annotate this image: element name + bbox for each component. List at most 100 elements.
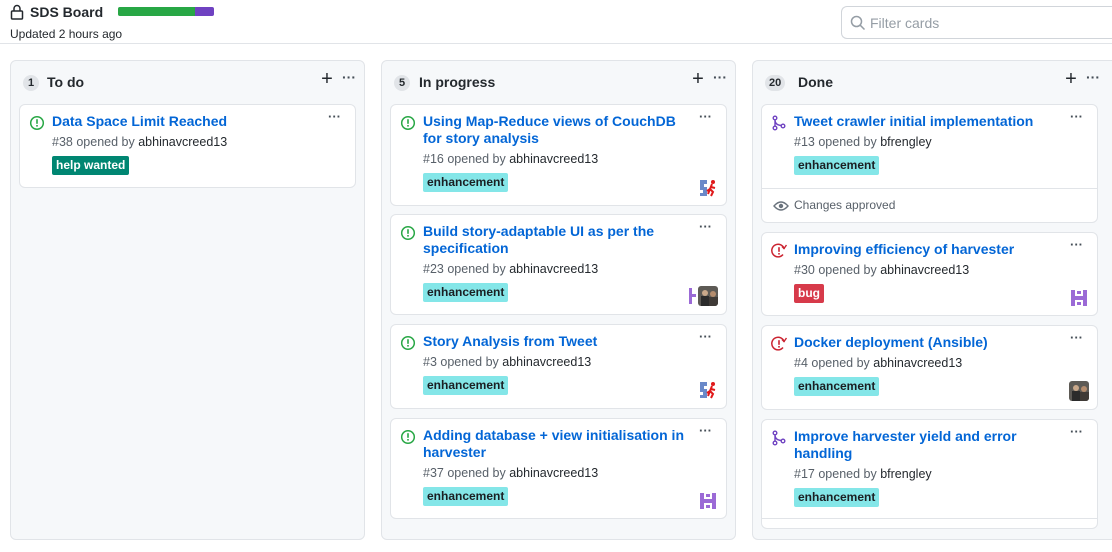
board-title[interactable]: SDS Board	[30, 4, 103, 20]
avatar[interactable]	[688, 286, 696, 306]
column-in-progress: 5 In progress + ··· Using Map-Reduce vie…	[381, 60, 736, 540]
author-link[interactable]: abhinavcreed13	[509, 262, 598, 276]
card-meta: #16 opened by abhinavcreed13	[423, 152, 598, 166]
card-title[interactable]: Docker deployment (Ansible)	[794, 334, 1056, 351]
lock-icon	[10, 4, 24, 20]
card-meta: #23 opened by abhinavcreed13	[423, 262, 598, 276]
issue-closed-icon	[771, 243, 787, 258]
column-menu-button[interactable]: ···	[1084, 70, 1102, 85]
card-meta: #13 opened by bfrengley	[794, 135, 932, 149]
label-enhancement[interactable]: enhancement	[423, 173, 509, 192]
filter-cards-box[interactable]	[841, 6, 1112, 39]
author-link[interactable]: abhinavcreed13	[873, 356, 962, 370]
git-merge-icon	[772, 430, 786, 446]
author-link[interactable]: abhinavcreed13	[880, 263, 969, 277]
card[interactable]: Tweet crawler initial implementation ···…	[761, 104, 1098, 223]
card-title[interactable]: Tweet crawler initial implementation	[794, 113, 1056, 130]
opened-by-text: opened by	[447, 466, 506, 480]
assignees	[698, 491, 718, 511]
author-link[interactable]: abhinavcreed13	[502, 355, 591, 369]
column-done: 20 Done + ··· Tweet crawler initial impl…	[752, 60, 1112, 540]
assignees	[1069, 288, 1089, 308]
author-link[interactable]: abhinavcreed13	[509, 152, 598, 166]
updated-timestamp: Updated 2 hours ago	[10, 27, 123, 41]
avatar[interactable]	[698, 286, 718, 306]
label-enhancement[interactable]: enhancement	[794, 156, 880, 175]
add-card-button[interactable]: +	[318, 69, 336, 89]
column-card-count: 1	[23, 75, 39, 91]
card[interactable]: Story Analysis from Tweet ··· #3 opened …	[390, 324, 727, 409]
search-icon	[850, 15, 866, 31]
column-header: 5 In progress + ···	[382, 61, 735, 101]
card-menu-button[interactable]: ···	[1070, 331, 1083, 344]
card-title[interactable]: Improving efficiency of harvester	[794, 241, 1056, 258]
issue-opened-icon	[400, 115, 416, 131]
column-name: Done	[798, 74, 833, 90]
card-title[interactable]: Story Analysis from Tweet	[423, 333, 685, 350]
add-card-button[interactable]: +	[1062, 69, 1080, 89]
assignees	[688, 286, 718, 306]
label-enhancement[interactable]: enhancement	[423, 487, 509, 506]
card[interactable]: Improve harvester yield and error handli…	[761, 419, 1098, 529]
eye-icon	[773, 201, 789, 211]
label-bug[interactable]: bug	[794, 284, 824, 303]
card-menu-button[interactable]: ···	[1070, 238, 1083, 251]
opened-by-text: opened by	[811, 356, 870, 370]
card[interactable]: Build story-adaptable UI as per the spec…	[390, 214, 727, 315]
opened-by-text: opened by	[818, 135, 877, 149]
card-title[interactable]: Using Map-Reduce views of CouchDB for st…	[423, 113, 685, 147]
card-menu-button[interactable]: ···	[699, 220, 712, 233]
card-menu-button[interactable]: ···	[328, 110, 341, 123]
card-meta: #30 opened by abhinavcreed13	[794, 263, 969, 277]
column-card-count: 5	[394, 75, 410, 91]
assignees	[698, 178, 718, 198]
card-menu-button[interactable]: ···	[699, 424, 712, 437]
author-link[interactable]: bfrengley	[880, 467, 931, 481]
card[interactable]: Improving efficiency of harvester ··· #3…	[761, 232, 1098, 316]
label-enhancement[interactable]: enhancement	[423, 283, 509, 302]
column-header: 1 To do + ···	[11, 61, 364, 101]
column-menu-button[interactable]: ···	[711, 70, 729, 85]
opened-by-text: opened by	[440, 355, 499, 369]
card-title[interactable]: Data Space Limit Reached	[52, 113, 314, 130]
author-link[interactable]: abhinavcreed13	[509, 466, 598, 480]
author-link[interactable]: bfrengley	[880, 135, 931, 149]
issue-number: #4	[794, 356, 808, 370]
card-title[interactable]: Improve harvester yield and error handli…	[794, 428, 1056, 462]
card-menu-button[interactable]: ···	[1070, 110, 1083, 123]
label-enhancement[interactable]: enhancement	[794, 488, 880, 507]
avatar[interactable]	[698, 178, 718, 198]
card-menu-button[interactable]: ···	[699, 330, 712, 343]
card-meta: #3 opened by abhinavcreed13	[423, 355, 591, 369]
review-status-text: Changes approved	[794, 198, 896, 212]
column-menu-button[interactable]: ···	[340, 70, 358, 85]
opened-by-text: opened by	[447, 262, 506, 276]
label-enhancement[interactable]: enhancement	[794, 377, 880, 396]
opened-by-text: opened by	[818, 467, 877, 481]
card-title[interactable]: Adding database + view initialisation in…	[423, 427, 685, 461]
author-link[interactable]: abhinavcreed13	[138, 135, 227, 149]
avatar[interactable]	[1069, 288, 1089, 308]
card-meta: #37 opened by abhinavcreed13	[423, 466, 598, 480]
card-title[interactable]: Build story-adaptable UI as per the spec…	[423, 223, 685, 257]
label-enhancement[interactable]: enhancement	[423, 376, 509, 395]
add-card-button[interactable]: +	[689, 69, 707, 89]
opened-by-text: opened by	[818, 263, 877, 277]
avatar[interactable]	[1069, 381, 1089, 401]
card-menu-button[interactable]: ···	[699, 110, 712, 123]
review-status: Changes approved	[762, 188, 1097, 222]
pr-number: #13	[794, 135, 815, 149]
card[interactable]: Data Space Limit Reached ··· #38 opened …	[19, 104, 356, 188]
issue-number: #37	[423, 466, 444, 480]
card[interactable]: Adding database + view initialisation in…	[390, 418, 727, 519]
card[interactable]: Using Map-Reduce views of CouchDB for st…	[390, 104, 727, 206]
avatar[interactable]	[698, 491, 718, 511]
filter-cards-input[interactable]	[870, 7, 1100, 38]
assignees	[698, 380, 718, 400]
label-help-wanted[interactable]: help wanted	[52, 156, 130, 175]
column-name: In progress	[419, 74, 496, 90]
avatar[interactable]	[698, 380, 718, 400]
card[interactable]: Docker deployment (Ansible) ··· #4 opene…	[761, 325, 1098, 410]
card-menu-button[interactable]: ···	[1070, 425, 1083, 438]
issue-number: #30	[794, 263, 815, 277]
